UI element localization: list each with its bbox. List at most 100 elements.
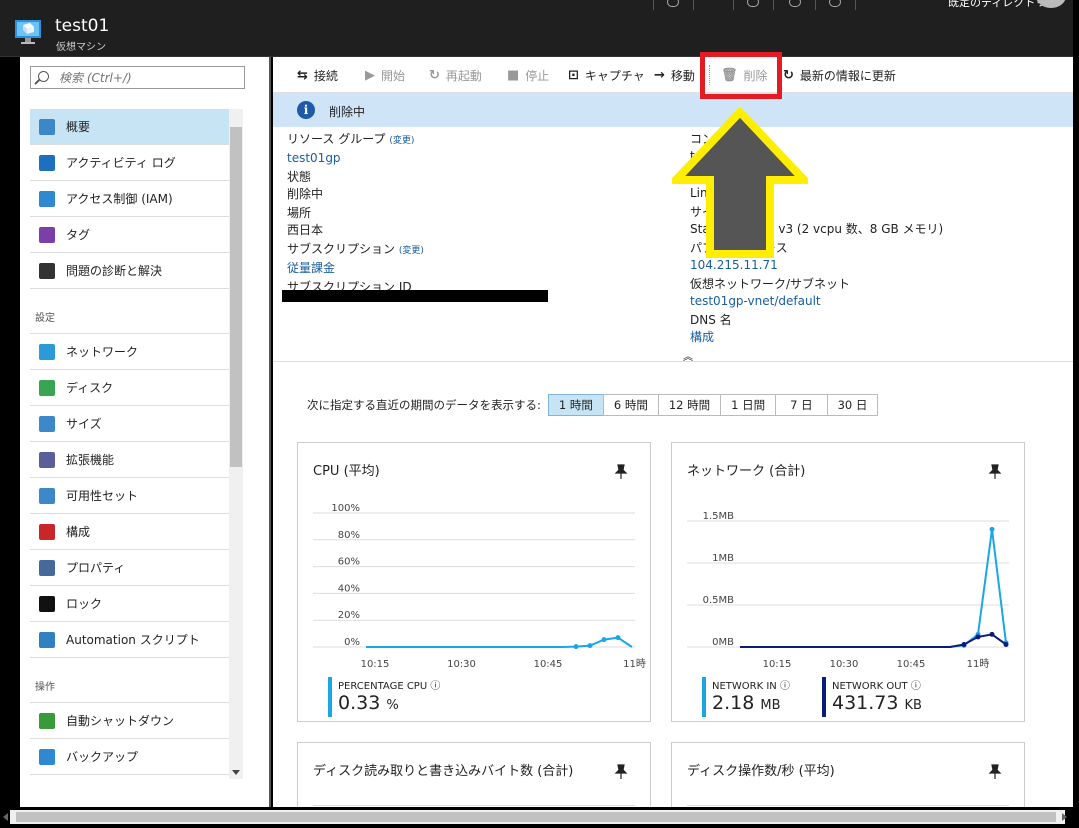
refresh-button[interactable]: ↻ 最新の情報に更新 xyxy=(783,67,896,84)
range-12h-button[interactable]: 12 時間 xyxy=(657,394,722,416)
y-tick-label: 0% xyxy=(344,637,360,648)
restart-button[interactable]: ↻ 再起動 xyxy=(429,67,482,84)
disk-bytes-card-title: ディスク読み取りと書き込みバイト数 (合計) xyxy=(313,764,574,779)
range-1d-button[interactable]: 1 日間 xyxy=(720,394,777,416)
header-divider xyxy=(653,0,654,10)
sidebar-item[interactable]: サイズ xyxy=(30,406,229,442)
location-label: 場所 xyxy=(287,206,312,220)
vnet-link[interactable]: test01gp-vnet/default xyxy=(690,293,943,310)
sidebar-item-label: 拡張機能 xyxy=(66,453,115,467)
info-icon[interactable]: ⓘ xyxy=(911,681,921,692)
tag-icon xyxy=(39,226,55,243)
search-box[interactable] xyxy=(30,66,245,89)
sidebar-item[interactable]: 概要 xyxy=(30,109,229,145)
range-1h-button[interactable]: 1 時間 xyxy=(547,394,604,416)
move-button[interactable]: → 移動 xyxy=(654,67,695,84)
sidebar-item[interactable]: アクセス制御 (IAM) xyxy=(30,181,229,217)
scroll-left-arrow[interactable] xyxy=(3,813,8,821)
sidebar-item[interactable]: バックアップ xyxy=(30,739,229,775)
settings-icon[interactable] xyxy=(789,0,801,7)
restart-label: 再起動 xyxy=(445,69,482,83)
scroll-down-arrow[interactable] xyxy=(232,770,240,775)
data-point xyxy=(601,637,607,643)
data-point xyxy=(615,635,621,641)
network-out-value: 431.73 xyxy=(832,692,899,714)
page-subtitle: 仮想マシン xyxy=(56,42,106,53)
time-range-selector: 次に指定する直近の期間のデータを表示する: 1 時間 6 時間 12 時間 1 … xyxy=(307,394,879,416)
start-label: 開始 xyxy=(381,69,406,83)
info-icon[interactable]: ⓘ xyxy=(780,681,790,692)
public-ip-link[interactable]: 104.215.11.71 xyxy=(690,257,943,274)
y-tick-label: 60% xyxy=(338,557,360,568)
sidebar-item[interactable]: Automation スクリプト xyxy=(30,622,229,658)
dns-configure-link[interactable]: 構成 xyxy=(690,329,943,346)
network-line-chart: 0MB 0.5MB 1MB 1.5MB 10:15 10:30 10:45 11時 xyxy=(687,511,1009,670)
sidebar-item-label: サイズ xyxy=(66,417,102,431)
range-7d-button[interactable]: 7 日 xyxy=(775,394,828,416)
y-tick-label: 40% xyxy=(338,583,360,594)
status-label: 状態 xyxy=(287,170,312,184)
horizontal-scrollbar[interactable] xyxy=(0,807,1073,828)
sidebar-item[interactable]: ネットワーク xyxy=(30,334,229,370)
capture-icon: ⊡ xyxy=(568,68,579,83)
sidebar-item[interactable]: 拡張機能 xyxy=(30,442,229,478)
capture-button[interactable]: ⊡ キャプチャ xyxy=(568,67,645,84)
sidebar-item-label: バックアップ xyxy=(66,750,139,764)
scrollbar-thumb[interactable] xyxy=(16,812,1056,822)
network-in-unit: MB xyxy=(760,698,781,713)
sidebar-item[interactable]: ディスク xyxy=(30,370,229,406)
sidebar-scrollbar[interactable] xyxy=(229,109,243,779)
scrollbar-thumb[interactable] xyxy=(230,127,242,467)
header-divider xyxy=(773,0,774,10)
change-subscription-link[interactable]: (変更) xyxy=(399,246,424,256)
cloud-shell-icon[interactable] xyxy=(747,0,759,7)
scroll-right-arrow[interactable] xyxy=(1062,813,1067,821)
start-button[interactable]: ▶ 開始 xyxy=(365,67,405,84)
range-30d-button[interactable]: 30 日 xyxy=(826,394,879,416)
pin-icon[interactable] xyxy=(988,764,1002,780)
search-input[interactable] xyxy=(59,69,239,86)
pin-icon[interactable] xyxy=(614,764,628,780)
sidebar-item[interactable]: タグ xyxy=(30,217,229,253)
activity-log-icon xyxy=(39,154,55,171)
header-divider xyxy=(693,0,694,10)
x-tick-label: 10:45 xyxy=(897,659,926,670)
data-point xyxy=(961,641,967,647)
stop-button[interactable]: ■ 停止 xyxy=(507,67,549,84)
sidebar-item[interactable]: 問題の診断と解決 xyxy=(30,253,229,289)
sidebar-item[interactable]: プロパティ xyxy=(30,550,229,586)
sidebar-item[interactable]: アクティビティ ログ xyxy=(30,145,229,181)
network-chart-card[interactable]: ネットワーク (合計) 0MB 0.5MB 1MB 1.5MB 10:15 10:30 10… xyxy=(671,442,1025,722)
menu-section-label: 設定 xyxy=(35,313,55,324)
status-value: 削除中 xyxy=(287,187,324,201)
sidebar-item[interactable]: 可用性セット xyxy=(30,478,229,514)
change-resource-group-link[interactable]: (変更) xyxy=(389,136,414,146)
range-6h-button[interactable]: 6 時間 xyxy=(602,394,659,416)
connect-button[interactable]: ⇆ 接続 xyxy=(297,67,338,84)
help-icon[interactable] xyxy=(829,0,841,7)
subscription-link[interactable]: 従量課金 xyxy=(287,260,424,277)
network-out-unit: KB xyxy=(904,698,922,713)
network-out-metric: NETWORK OUT ⓘ 431.73 KB xyxy=(822,677,922,717)
sidebar-item[interactable]: 構成 xyxy=(30,514,229,550)
script-icon xyxy=(39,631,55,648)
refresh-icon: ↻ xyxy=(783,68,794,83)
network-out-label: NETWORK OUT xyxy=(832,681,908,692)
info-icon[interactable]: ⓘ xyxy=(430,681,440,692)
gridline xyxy=(313,805,635,806)
notification-icon[interactable] xyxy=(667,0,679,7)
sidebar-item[interactable]: 自動シャットダウン xyxy=(30,703,229,739)
sidebar-item-label: プロパティ xyxy=(66,561,126,575)
sidebar-item[interactable]: ロック xyxy=(30,586,229,622)
extensions-icon xyxy=(39,451,55,468)
arrow-right-icon: → xyxy=(654,68,665,83)
sidebar-item-label: 問題の診断と解決 xyxy=(66,264,163,278)
cpu-chart-card[interactable]: CPU (平均) 0% 20% 40% 60% 80% 100% 10:15 10:30 10:… xyxy=(297,442,651,722)
menu-list: 概要 アクティビティ ログ アクセス制御 (IAM) タグ問題の診断と解決設定ネットワ… xyxy=(30,109,229,775)
data-point xyxy=(989,526,995,532)
cpu-metric-unit: % xyxy=(386,698,399,713)
vnet-label: 仮想ネットワーク/サブネット xyxy=(690,277,851,291)
clock-icon xyxy=(39,712,55,729)
resource-group-link[interactable]: test01gp xyxy=(287,150,424,167)
directory-name[interactable]: 既定のディレクトリ xyxy=(948,0,1046,10)
